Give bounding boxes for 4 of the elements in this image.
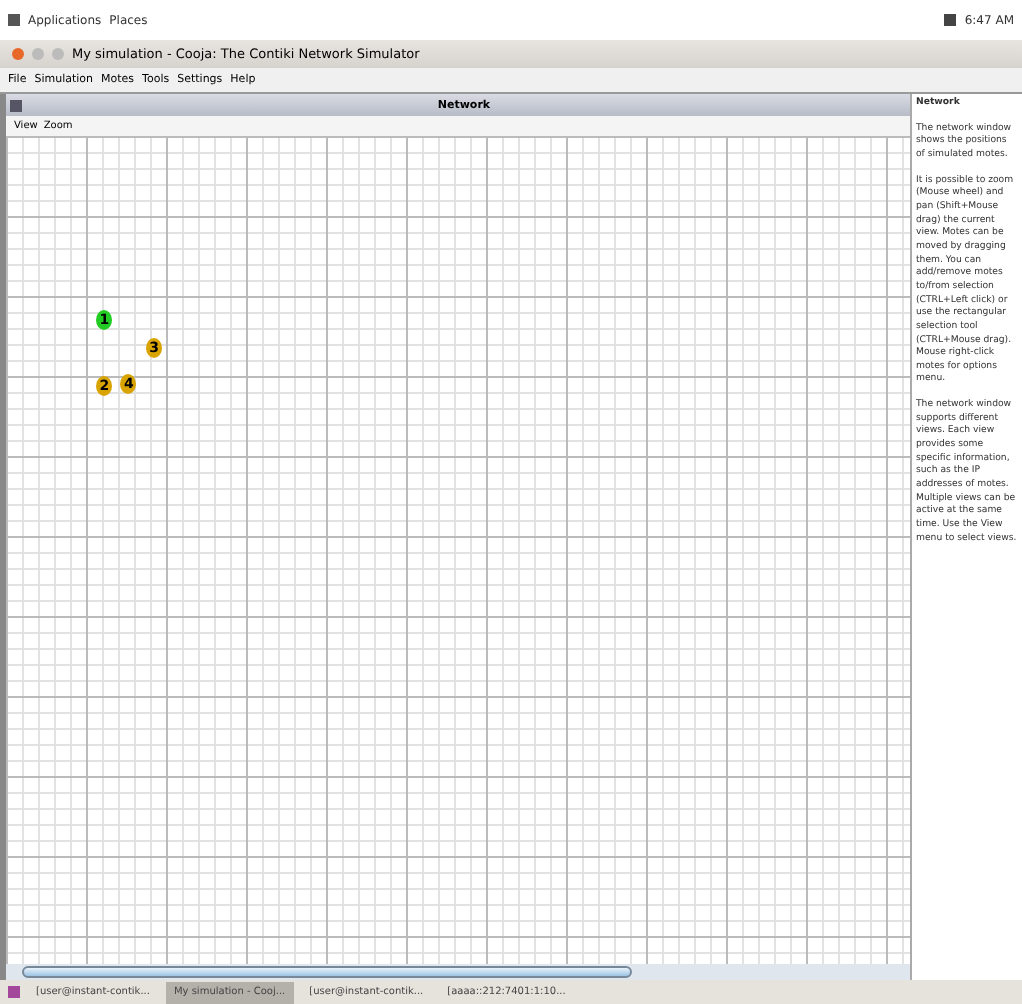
maximize-button[interactable] <box>52 48 64 60</box>
minimize-button[interactable] <box>32 48 44 60</box>
scrollbar-thumb[interactable] <box>22 966 633 978</box>
close-button[interactable] <box>12 48 24 60</box>
